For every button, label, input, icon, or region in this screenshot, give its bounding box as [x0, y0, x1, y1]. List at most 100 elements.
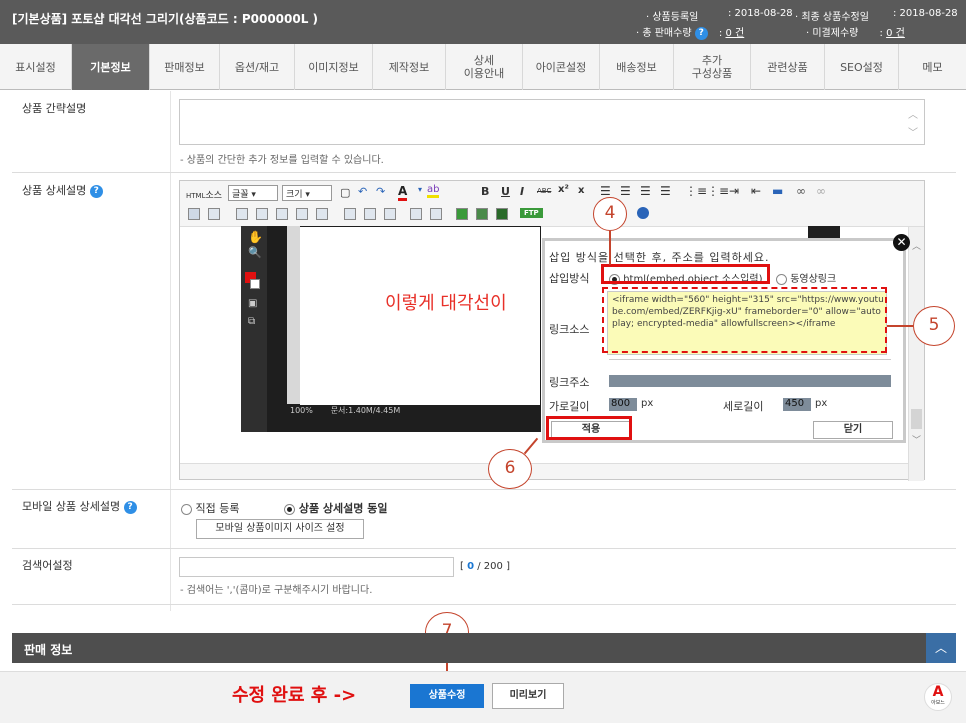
undo-icon[interactable]: ↶	[358, 185, 367, 198]
image-icon[interactable]	[208, 208, 220, 220]
table-cell-icon[interactable]	[276, 208, 288, 220]
align-justify-icon[interactable]: ☰	[660, 184, 671, 198]
table-icon[interactable]	[236, 208, 248, 220]
underline-icon[interactable]: U	[501, 185, 510, 198]
tab-option-stock[interactable]: 옵션/재고	[220, 44, 295, 90]
height-unit: px	[815, 398, 828, 409]
tab-detail-guide[interactable]: 상세 이용안내	[446, 44, 523, 90]
grid-icon[interactable]	[410, 208, 422, 220]
align-center-icon[interactable]: ☰	[620, 184, 631, 198]
ftp-button[interactable]: FTP	[520, 208, 543, 218]
editor-scrollbar[interactable]: ﹀ ︿	[908, 227, 924, 481]
row-divider	[12, 172, 956, 173]
tab-shipping[interactable]: 배송정보	[600, 44, 674, 90]
italic-icon[interactable]: I	[520, 185, 524, 198]
mobile-same-radio[interactable]	[284, 503, 295, 515]
table-col-delete-icon[interactable]	[364, 208, 376, 220]
table-row-icon[interactable]	[256, 208, 268, 220]
editor-hscroll[interactable]	[180, 463, 908, 479]
mobile-direct-radio[interactable]	[181, 503, 192, 515]
tab-bar: 표시설정 기본정보 판매정보 옵션/재고 이미지정보 제작정보 상세 이용안내 …	[0, 44, 966, 90]
short-desc-textarea[interactable]: ︿ ﹀	[179, 99, 925, 145]
help-icon[interactable]: ?	[694, 26, 708, 40]
indent-icon[interactable]: ⇥	[729, 184, 739, 198]
bold-icon[interactable]: B	[481, 185, 489, 198]
quickmask-icon: ▣	[248, 298, 258, 309]
tab-additional-products[interactable]: 추가 구성상품	[674, 44, 751, 90]
special-char-icon[interactable]	[384, 208, 396, 220]
align-left-icon[interactable]: ☰	[600, 184, 611, 198]
tab-production[interactable]: 제작정보	[373, 44, 446, 90]
align-right-icon[interactable]: ☰	[640, 184, 651, 198]
help-icon[interactable]: ?	[123, 500, 137, 514]
editor-toolbar: HTML소스 글꼴 ▾ 크기 ▾ ▢ ↶ ↷ A ▾ ab B U I ABC …	[180, 181, 924, 227]
subscript-icon[interactable]: x	[578, 185, 584, 196]
new-doc-icon[interactable]: ▢	[340, 186, 350, 199]
save-product-button[interactable]: 상품수정	[410, 684, 484, 708]
table-split-icon[interactable]	[316, 208, 328, 220]
hr-icon[interactable]: ▬	[772, 184, 783, 198]
file-icon[interactable]	[496, 208, 508, 220]
total-sales-value[interactable]: 0 건	[725, 28, 744, 39]
table-merge-icon[interactable]	[296, 208, 308, 220]
grid-2-icon[interactable]	[430, 208, 442, 220]
photo-icon[interactable]	[476, 208, 488, 220]
help-icon[interactable]	[637, 207, 649, 219]
height-input[interactable]: 450	[783, 398, 811, 411]
highlight-color-icon[interactable]: ab	[427, 184, 440, 198]
sales-section-header[interactable]: 판매 정보 ︿	[12, 633, 956, 663]
superscript-icon[interactable]: x²	[558, 184, 569, 195]
keyword-counter: [ 0 / 200 ]	[460, 561, 510, 572]
link-icon[interactable]: ∞	[796, 184, 806, 198]
mobile-direct-option[interactable]: 직접 등록	[181, 500, 239, 516]
close-button[interactable]: 닫기	[813, 421, 893, 439]
preview-button[interactable]: 미리보기	[492, 683, 564, 709]
outdent-icon[interactable]: ⇤	[751, 184, 761, 198]
scroll-down-icon[interactable]: ﹀	[912, 433, 921, 446]
collapse-icon[interactable]: ︿	[926, 633, 956, 663]
html-source-button[interactable]: HTML소스	[186, 188, 222, 201]
tab-related-products[interactable]: 관련상품	[751, 44, 825, 90]
unpaid-value[interactable]: 0 건	[886, 28, 905, 39]
method-video-option[interactable]: 동영상링크	[776, 270, 836, 285]
dropdown-icon[interactable]: ▾	[418, 185, 422, 194]
unordered-list-icon[interactable]: ⋮≡	[707, 184, 729, 198]
table-col-icon[interactable]	[344, 208, 356, 220]
unlink-icon[interactable]: ∞	[816, 184, 826, 198]
font-color-icon[interactable]: A	[398, 184, 408, 201]
tab-icon-settings[interactable]: 아이콘설정	[523, 44, 600, 90]
scroll-thumb[interactable]	[911, 409, 922, 429]
tab-image-info[interactable]: 이미지정보	[295, 44, 373, 90]
tab-basic-info[interactable]: 기본정보	[72, 44, 150, 90]
scroll-down-icon[interactable]: ﹀	[908, 124, 918, 139]
height-label: 세로길이	[723, 400, 764, 413]
status-bar: 100% 문서:1.40M/4.45M	[290, 405, 400, 416]
tab-seo[interactable]: SEO설정	[825, 44, 899, 90]
search-keywords-input[interactable]	[179, 557, 454, 577]
step4-circle: 4	[593, 197, 627, 231]
short-desc-label: 상품 간략설명	[22, 102, 87, 115]
picture-icon[interactable]	[456, 208, 468, 220]
divider	[609, 359, 891, 360]
mobile-image-size-button[interactable]: 모바일 상품이미지 사이즈 설정	[196, 519, 364, 539]
size-select[interactable]: 크기 ▾	[282, 185, 332, 201]
mobile-same-option[interactable]: 상품 상세설명 동일	[284, 500, 387, 516]
edit-icon[interactable]	[188, 208, 200, 220]
width-input[interactable]: 800	[609, 398, 637, 411]
tab-display[interactable]: 표시설정	[0, 44, 72, 90]
ordered-list-icon[interactable]: ⋮≡	[685, 184, 707, 198]
width-label: 가로길이	[549, 400, 590, 413]
tab-memo[interactable]: 메모	[899, 44, 966, 90]
brand-logo: A 아보느	[924, 683, 952, 711]
method-video-radio[interactable]	[776, 273, 787, 285]
close-icon[interactable]: ✕	[893, 234, 910, 251]
help-icon[interactable]: ?	[89, 184, 103, 198]
url-input[interactable]	[609, 375, 891, 387]
scroll-up-icon[interactable]: ︿	[908, 106, 918, 121]
redo-icon[interactable]: ↷	[376, 185, 385, 198]
strikethrough-icon[interactable]: ABC	[537, 187, 551, 195]
tab-sales-info[interactable]: 판매정보	[150, 44, 220, 90]
detail-desc-label-wrap: 상품 상세설명 ?	[22, 182, 103, 198]
font-select[interactable]: 글꼴 ▾	[228, 185, 278, 201]
scroll-up-icon[interactable]: ︿	[912, 239, 921, 252]
